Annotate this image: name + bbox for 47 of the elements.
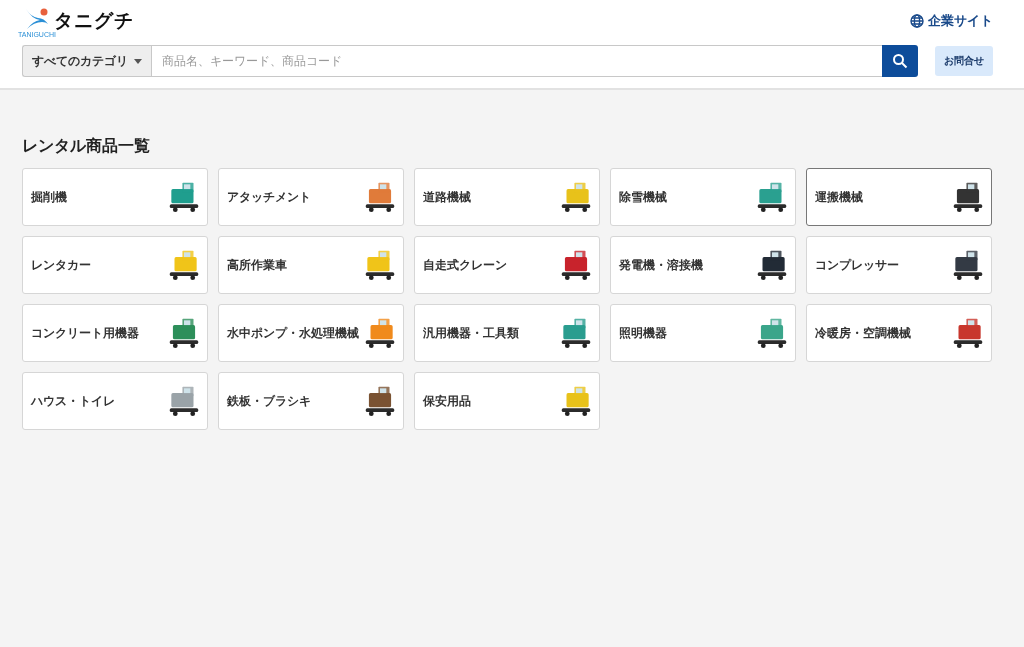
category-label: 自走式クレーン [423,256,507,274]
category-card[interactable]: 鉄板・ブラシキ [218,372,404,430]
contact-button[interactable]: お問合せ [935,46,993,76]
category-card[interactable]: 自走式クレーン [414,236,600,294]
category-card[interactable]: 掘削機 [22,168,208,226]
category-card[interactable]: コンプレッサー [806,236,992,294]
category-label: 掘削機 [31,188,67,206]
search-button[interactable] [882,45,918,77]
logo-icon [24,7,50,31]
category-label: 道路機械 [423,188,471,206]
corporate-site-link[interactable]: 企業サイト [910,12,993,30]
category-card[interactable]: 発電機・溶接機 [610,236,796,294]
caret-icon [134,58,142,64]
category-label: 除雪機械 [619,188,667,206]
globe-icon [910,14,924,28]
category-card[interactable]: コンクリート用機器 [22,304,208,362]
search-icon [892,53,908,69]
category-label: アタッチメント [227,188,311,206]
category-label: 汎用機器・工具類 [423,324,519,342]
category-label: 冷暖房・空調機械 [815,324,911,342]
search-field[interactable]: 商品名、キーワード、商品コード [151,45,882,77]
category-label: 水中ポンプ・水処理機械 [227,324,359,342]
category-card[interactable]: 冷暖房・空調機械 [806,304,992,362]
category-card[interactable]: 水中ポンプ・水処理機械 [218,304,404,362]
category-label: コンプレッサー [815,256,899,274]
category-label: 鉄板・ブラシキ [227,392,311,410]
category-label: ハウス・トイレ [31,392,115,410]
category-card[interactable]: レンタカー [22,236,208,294]
category-card[interactable]: 汎用機器・工具類 [414,304,600,362]
category-card[interactable]: 保安用品 [414,372,600,430]
category-label: 高所作業車 [227,256,287,274]
category-label: 発電機・溶接機 [619,256,703,274]
category-label: レンタカー [31,256,91,274]
category-dropdown[interactable]: すべてのカテゴリ [22,45,151,77]
category-card[interactable]: 高所作業車 [218,236,404,294]
category-label: 照明機器 [619,324,667,342]
category-card[interactable]: 照明機器 [610,304,796,362]
logo-text: タニグチ [54,8,134,32]
category-label: コンクリート用機器 [31,324,139,342]
category-card[interactable]: 運搬機械 [806,168,992,226]
category-card[interactable]: 道路機械 [414,168,600,226]
category-label: 保安用品 [423,392,471,410]
category-card[interactable]: ハウス・トイレ [22,372,208,430]
section-title: レンタル商品一覧 [22,136,151,157]
category-card[interactable]: アタッチメント [218,168,404,226]
category-card[interactable]: 除雪機械 [610,168,796,226]
category-label: 運搬機械 [815,188,863,206]
